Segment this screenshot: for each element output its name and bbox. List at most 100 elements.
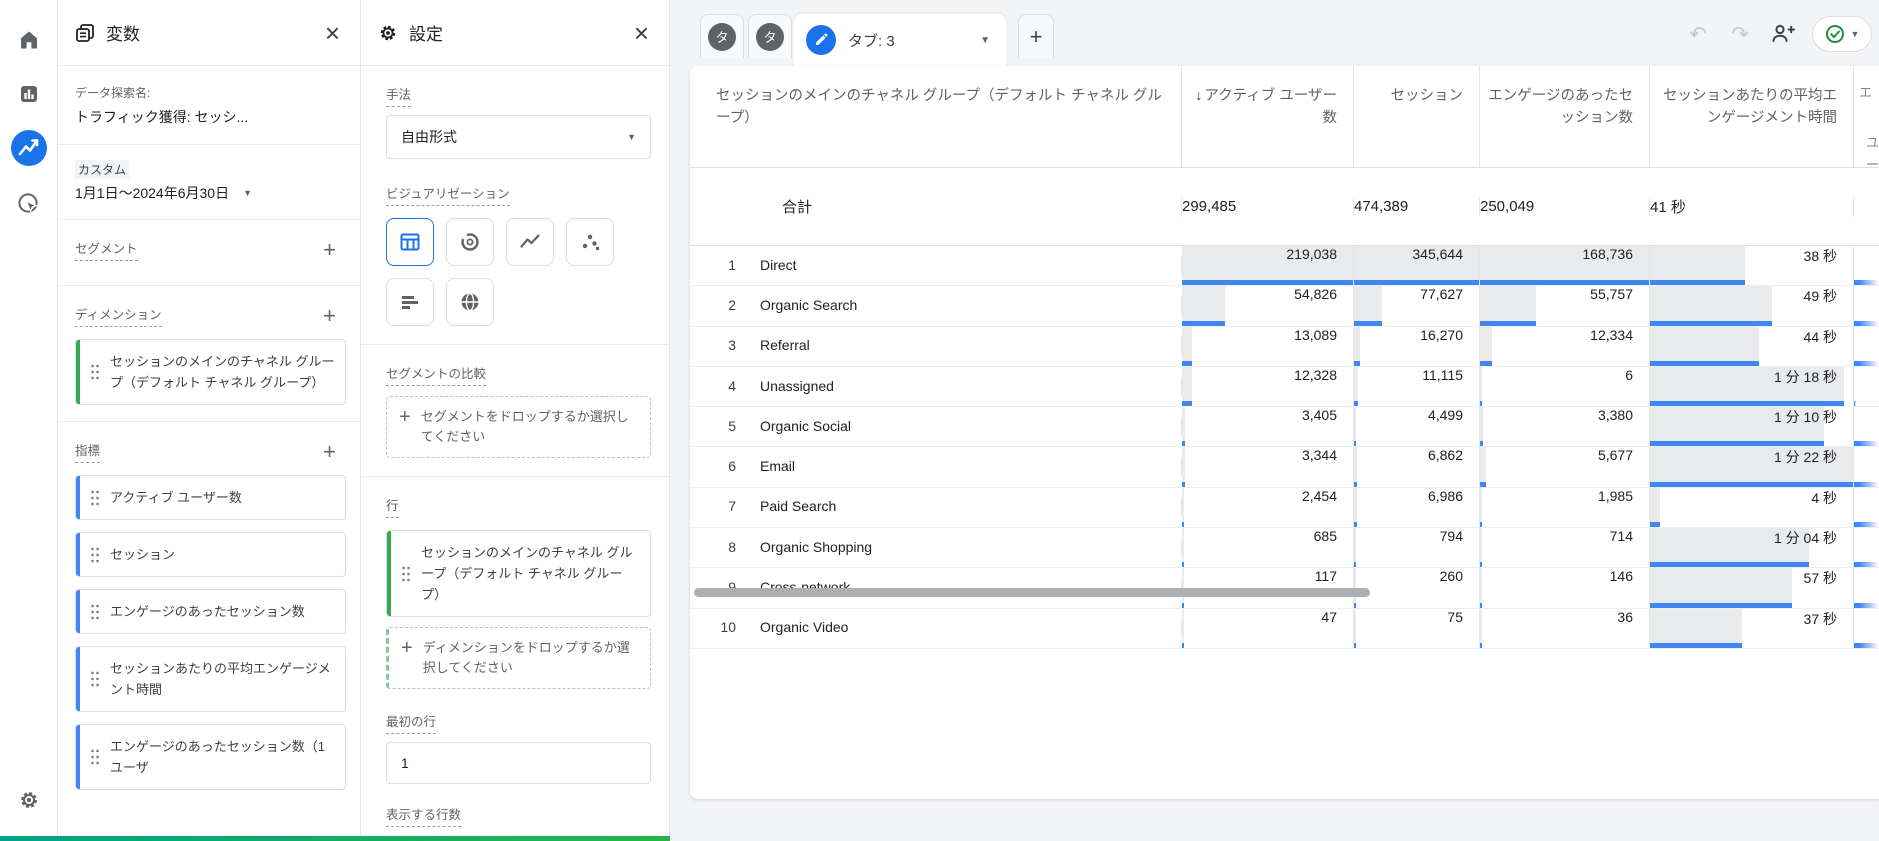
technique-select[interactable]: 自由形式 ▼ [386,115,651,159]
metric-chip[interactable]: アクティブ ユーザー数 [75,475,346,520]
metric-chip[interactable]: セッション [75,532,346,577]
viz-table-button[interactable] [386,218,434,266]
column-header-metric[interactable]: エンゲージのあったセッション数 [1480,66,1650,167]
clipped-header-fragment: エ [1859,82,1872,104]
home-icon[interactable] [9,20,49,60]
tab-1[interactable]: タ [700,14,744,58]
metrics-section: 指標 + アクティブ ユーザー数セッションエンゲージのあったセッション数セッショ… [58,422,360,806]
visualization-options [386,218,626,326]
table-row[interactable]: 2Organic Search54,82677,62755,75749 秒 [690,286,1879,326]
metrics-label: 指標 [75,440,100,463]
column-header-metric[interactable]: ↓アクティブ ユーザー数 [1182,66,1354,167]
metric-cell: 6 [1480,367,1650,406]
date-range-value: 1月1日〜2024年6月30日 [75,183,229,203]
total-value-cell: 250,049 [1480,198,1650,216]
add-segment-button[interactable]: + [313,239,346,261]
clipped-metric-cell [1854,528,1879,567]
first-row-value: 1 [401,755,409,771]
exploration-name-value[interactable]: トラフィック獲得: セッシ... [75,107,346,127]
metric-cell: 54,826 [1182,286,1354,325]
table-row[interactable]: 8Organic Shopping6857947141 分 04 秒 [690,528,1879,568]
viz-geo-button[interactable] [446,278,494,326]
metric-cell: 44 秒 [1650,327,1854,366]
viz-bar-button[interactable] [386,278,434,326]
table-row[interactable]: 4Unassigned12,32811,11561 分 18 秒 [690,367,1879,407]
viz-line-button[interactable] [506,218,554,266]
metric-cell: 3,405 [1182,407,1354,446]
table-row[interactable]: 5Organic Social3,4054,4993,3801 分 10 秒 [690,407,1879,447]
table-row[interactable]: 10Organic Video47753637 秒 [690,609,1879,649]
active-tab[interactable]: タブ: 3 ▼ [794,14,1006,66]
horizontal-scrollbar-thumb[interactable] [694,588,1370,597]
metric-chip[interactable]: セッションあたりの平均エンゲージメント時間 [75,646,346,712]
add-dimension-button[interactable]: + [313,305,346,327]
first-row-section: 最初の行 1 [361,707,669,802]
metric-cell: 12,334 [1480,327,1650,366]
add-metric-button[interactable]: + [313,441,346,463]
segments-label: セグメント [75,238,138,261]
dimension-chip[interactable]: セッションのメインのチャネル グループ（デフォルト チャネル グループ） [75,339,346,405]
metric-cell: 714 [1480,528,1650,567]
viz-donut-button[interactable] [446,218,494,266]
column-header-clipped: エユー [1854,66,1879,167]
metric-cell: 6,986 [1354,488,1480,527]
viz-scatter-button[interactable] [566,218,614,266]
metric-cell: 55,757 [1480,286,1650,325]
segment-drop-text: セグメントをドロップするか選択してください [421,407,638,447]
metric-cell: 1,985 [1480,488,1650,527]
dimension-cell: 2Organic Search [690,297,1182,315]
metric-chip[interactable]: エンゲージのあったセッション数（1ユーザ [75,724,346,790]
settings-panel-title: 設定 [409,20,630,45]
dimension-cell: 10Organic Video [690,619,1182,637]
dimension-drop-zone[interactable]: + ディメンションをドロップするか選択してください [386,627,651,689]
metric-cell: 47 [1182,609,1354,648]
reports-icon[interactable] [9,74,49,114]
table-row[interactable]: 3Referral13,08916,27012,33444 秒 [690,327,1879,367]
metric-cell: 37 秒 [1650,609,1854,648]
freeform-table-card: セッションのメインのチャネル グループ（デフォルト チャネル グループ）↓アクテ… [690,66,1879,799]
metric-cell: 57 秒 [1650,568,1854,607]
metric-cell: 146 [1480,568,1650,607]
ga4-explore-app: 変数 × データ探索名: トラフィック獲得: セッシ... カスタム 1月1日〜… [0,0,1879,841]
explore-icon[interactable] [9,128,49,168]
metric-cell: 1 分 04 秒 [1650,528,1854,567]
admin-gear-icon[interactable] [9,780,49,820]
show-rows-label: 表示する行数 [386,804,461,827]
saved-status-button[interactable]: ▼ [1812,16,1872,52]
metric-cell: 4 秒 [1650,488,1854,527]
metric-cell: 38 秒 [1650,246,1854,285]
segment-drop-zone[interactable]: + セグメントをドロップするか選択してください [386,396,651,458]
clipped-metric-cell [1854,327,1879,366]
column-header-dimension[interactable]: セッションのメインのチャネル グループ（デフォルト チャネル グループ） [690,66,1182,167]
edit-pencil-icon [806,25,836,55]
add-tab-button[interactable]: + [1018,14,1054,58]
metric-chip[interactable]: エンゲージのあったセッション数 [75,589,346,634]
clipped-metric-cell [1854,367,1879,406]
row-dimension-chip[interactable]: セッションのメインのチャネル グループ（デフォルト チャネル グループ） [386,530,651,617]
plus-icon: + [399,407,411,427]
share-add-user-button[interactable] [1769,20,1797,48]
dimension-cell: 3Referral [690,337,1182,355]
table-row[interactable]: 6Email3,3446,8625,6771 分 22 秒 [690,447,1879,487]
column-header-metric[interactable]: セッション [1354,66,1480,167]
rows-section: 行 セッションのメインのチャネル グループ（デフォルト チャネル グループ） +… [361,477,669,707]
dimension-cell: 7Paid Search [690,498,1182,516]
date-range-section[interactable]: カスタム 1月1日〜2024年6月30日 ▼ [58,145,360,220]
technique-section: 手法 自由形式 ▼ [361,66,669,177]
tab-2[interactable]: タ [748,14,792,58]
date-range-caret-icon: ▼ [243,188,252,198]
visualization-label: ビジュアリゼーション [386,183,510,206]
variables-panel: 変数 × データ探索名: トラフィック獲得: セッシ... カスタム 1月1日〜… [58,0,361,841]
metric-cell: 16,270 [1354,327,1480,366]
first-row-input[interactable]: 1 [386,742,651,784]
metric-chip-list: アクティブ ユーザー数セッションエンゲージのあったセッション数セッションあたりの… [75,475,346,790]
column-header-metric[interactable]: セッションあたりの平均エンゲージメント時間 [1650,66,1854,167]
table-row[interactable]: 7Paid Search2,4546,9861,9854 秒 [690,488,1879,528]
undo-button[interactable]: ↶ [1684,20,1712,48]
table-row[interactable]: 1Direct219,038345,644168,73638 秒 [690,246,1879,286]
variables-close-icon[interactable]: × [321,20,344,46]
sort-descending-icon: ↓ [1195,88,1202,104]
redo-button[interactable]: ↷ [1726,20,1754,48]
settings-close-icon[interactable]: × [630,20,653,46]
advertising-icon[interactable] [9,184,49,224]
